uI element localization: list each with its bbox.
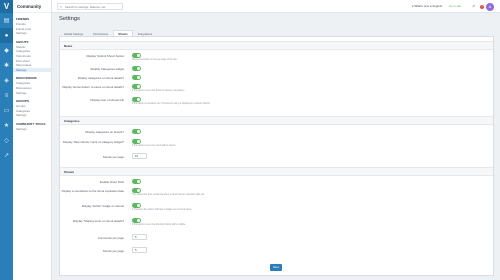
gear-icon[interactable]: ✱ xyxy=(0,58,13,73)
setting-label: Display 'Submit Shout' button xyxy=(86,54,124,58)
toggle-new-shouts-count[interactable] xyxy=(132,139,141,144)
comments-per-page-input[interactable]: 5 xyxy=(132,234,147,240)
sidebar-item[interactable]: Settings xyxy=(13,113,51,118)
toggle-author-badge[interactable] xyxy=(132,203,141,208)
sidebar-item[interactable]: Settings xyxy=(13,91,51,96)
setting-hint: If this option is checked, the 'Comments… xyxy=(132,103,211,105)
toggle-categories-widget[interactable] xyxy=(132,66,141,71)
toggle-submit-shout[interactable] xyxy=(132,53,141,58)
setting-hint: If checked, the author will have a badge… xyxy=(132,209,193,211)
search-box[interactable]: ⌕ xyxy=(57,3,123,10)
toggle-shout-polls[interactable] xyxy=(132,179,141,184)
save-button[interactable]: Save xyxy=(270,264,282,271)
setting-label: Comments per page xyxy=(97,236,124,240)
top-bar: ⌕ ● What's new ● Support Go to site ♫3 A xyxy=(52,0,500,13)
app-rail: V ▤ ● ◆ ✱ ◈ ≡ ▭ ★ ◇ ↗ xyxy=(0,0,13,280)
go-to-site-link[interactable]: Go to site xyxy=(449,4,461,8)
sidebar: Community FRIENDS Friends Friend Lists Sett… xyxy=(13,0,52,280)
setting-label: Display 'Home button' to users on shout … xyxy=(62,85,124,89)
setting-label: Display 'Sharing tools' on shout details… xyxy=(73,219,124,223)
star-icon[interactable]: ★ xyxy=(0,118,13,133)
toggle-categories-details[interactable] xyxy=(132,75,141,80)
app-logo[interactable]: V xyxy=(0,0,13,13)
whats-new-link[interactable]: ● What's new xyxy=(412,4,429,8)
search-input[interactable] xyxy=(64,4,122,9)
setting-label: Display 'Author' badge on shouts xyxy=(81,204,124,208)
section-header-general: Notes xyxy=(60,41,493,50)
chat-icon[interactable]: ◆ xyxy=(0,43,13,58)
setting-hint: Shows the button on the top page of the … xyxy=(132,59,178,61)
sidebar-item[interactable]: Settings xyxy=(13,127,51,132)
setting-hint: If this option is set, this button is sh… xyxy=(132,90,185,92)
section-header-shouts: Shouts xyxy=(60,167,493,176)
sidebar-item[interactable]: Settings xyxy=(13,67,51,73)
toggle-countdown[interactable] xyxy=(132,188,141,193)
puzzle-icon[interactable]: ◇ xyxy=(0,133,13,148)
setting-label: Display 'New shouts' count on category w… xyxy=(62,140,124,144)
dashboard-icon[interactable]: ▤ xyxy=(0,13,13,28)
list-icon[interactable]: ≡ xyxy=(0,88,13,103)
support-link[interactable]: ● Support xyxy=(430,4,442,8)
setting-label: Disable Categories widget xyxy=(90,67,124,71)
setting-hint: If this option is set, the sharing butto… xyxy=(132,224,186,226)
document-icon[interactable]: ▭ xyxy=(0,103,13,118)
app-title: Community xyxy=(13,0,51,13)
setting-label: Display categories on shouts? xyxy=(85,130,124,134)
setting-label: Enable shout Polls xyxy=(100,180,124,184)
toggle-home-button[interactable] xyxy=(132,84,141,89)
setting-label: Display categories on shout details? xyxy=(77,76,124,80)
share-icon[interactable]: ↗ xyxy=(0,148,13,163)
setting-label: Display a countdown to the shout expirat… xyxy=(61,189,124,193)
settings-panel: Notes Display 'Submit Shout' button Show… xyxy=(59,36,494,276)
setting-label: Display user of shouts link xyxy=(90,98,124,102)
setting-label: Shouts per page xyxy=(102,155,124,159)
setting-hint: This shows the time remaining when a sho… xyxy=(132,194,205,196)
avatar[interactable]: A xyxy=(486,2,494,11)
toggle-sharing-tools[interactable] xyxy=(132,218,141,223)
setting-label: Shouts per page xyxy=(102,249,124,253)
toggle-categories-on-shouts[interactable] xyxy=(132,129,141,134)
notification-icon[interactable]: ♫ 3 xyxy=(472,3,484,9)
tag-icon[interactable]: ◈ xyxy=(0,73,13,88)
shouts-per-page-input[interactable]: 10 xyxy=(132,153,147,159)
section-header-categories: Categories xyxy=(60,116,493,125)
shouts-per-page-input-2[interactable]: 5 xyxy=(132,247,147,253)
page-title: Settings xyxy=(59,16,80,22)
toggle-user-link[interactable] xyxy=(132,97,141,102)
people-icon[interactable]: ● xyxy=(0,28,13,43)
notification-badge: 3 xyxy=(480,5,484,9)
setting-hint: If this option is set, the count will be… xyxy=(132,145,177,147)
sidebar-item[interactable]: Settings xyxy=(13,31,51,36)
